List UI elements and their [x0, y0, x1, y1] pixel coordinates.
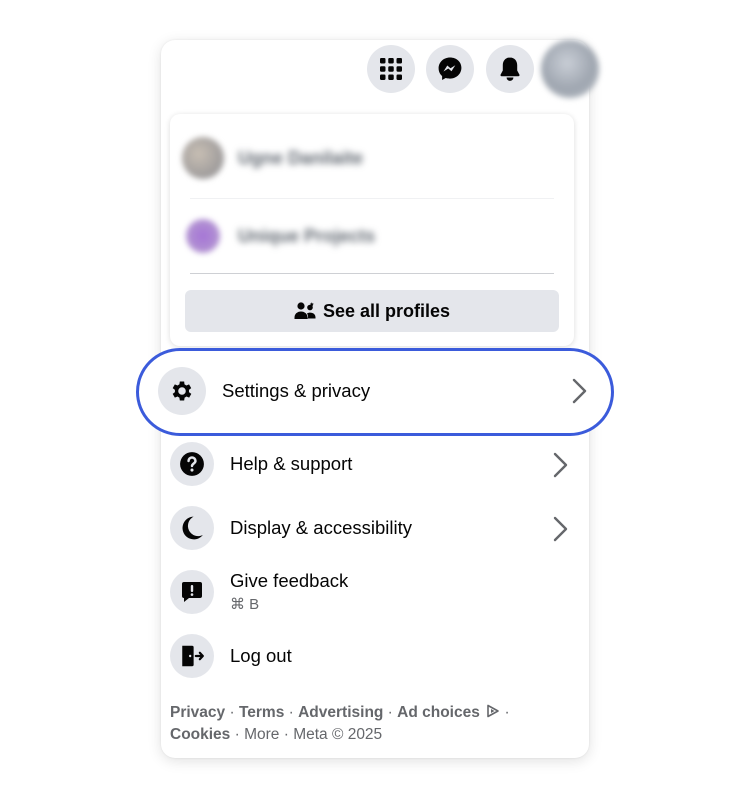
give-feedback-item[interactable]: Give feedback ⌘ B	[170, 570, 348, 616]
grid-menu-icon	[380, 58, 402, 80]
give-feedback-label: Give feedback	[230, 570, 349, 591]
messenger-icon	[438, 57, 462, 80]
messenger-button[interactable]	[426, 45, 474, 93]
profile-name: Unique Projects	[238, 225, 376, 246]
advertising-link[interactable]: Advertising	[298, 704, 383, 721]
gear-icon	[172, 381, 192, 401]
settings-privacy-row[interactable]: Settings & privacy	[158, 367, 370, 415]
ad-choices-link[interactable]: Ad choices	[397, 704, 480, 721]
display-accessibility-item[interactable]: Display & accessibility	[170, 506, 412, 550]
display-icon-wrap	[170, 506, 214, 550]
avatar	[186, 219, 220, 253]
moon-icon	[182, 516, 203, 540]
cookies-link[interactable]: Cookies	[170, 726, 230, 743]
log-out-label: Log out	[230, 645, 292, 666]
menu-button[interactable]	[367, 45, 415, 93]
profiles-icon	[294, 302, 316, 319]
see-all-profiles-button[interactable]: See all profiles	[185, 290, 559, 332]
privacy-link[interactable]: Privacy	[170, 704, 225, 721]
see-all-profiles-label: See all profiles	[322, 300, 451, 321]
shortcut-hint: ⌘ B	[230, 596, 260, 613]
chevron-right-icon	[572, 378, 587, 404]
profile-name: Ugne Danilaite	[238, 147, 364, 168]
terms-link[interactable]: Terms	[239, 704, 284, 721]
feedback-icon	[182, 582, 202, 602]
profile-item[interactable]: Unique Projects	[182, 206, 562, 266]
divider	[190, 273, 554, 274]
help-support-label: Help & support	[230, 453, 353, 474]
chevron-right-icon	[553, 516, 568, 542]
help-support-item[interactable]: Help & support	[170, 442, 352, 486]
settings-icon-wrap	[158, 367, 206, 415]
feedback-icon-wrap	[170, 570, 214, 614]
log-out-item[interactable]: Log out	[170, 634, 292, 678]
account-avatar[interactable]	[541, 40, 599, 98]
notifications-button[interactable]	[486, 45, 534, 93]
copyright-text: Meta © 2025	[293, 726, 383, 743]
logout-icon-wrap	[170, 634, 214, 678]
footer-links: Privacy · Terms · Advertising · Ad choic…	[170, 704, 510, 743]
more-link[interactable]: More	[244, 726, 279, 743]
settings-privacy-label: Settings & privacy	[222, 380, 371, 401]
question-icon	[180, 452, 204, 476]
ad-choices-icon	[487, 704, 499, 718]
display-accessibility-label: Display & accessibility	[230, 517, 412, 538]
help-icon-wrap	[170, 442, 214, 486]
bell-icon	[500, 57, 520, 81]
profile-item[interactable]: Ugne Danilaite	[182, 128, 562, 188]
profiles-panel: Ugne Danilaite Unique Projects See all p…	[170, 114, 574, 346]
divider	[190, 198, 554, 199]
logout-icon	[182, 645, 204, 667]
chevron-right-icon	[553, 452, 568, 478]
avatar	[182, 137, 224, 179]
